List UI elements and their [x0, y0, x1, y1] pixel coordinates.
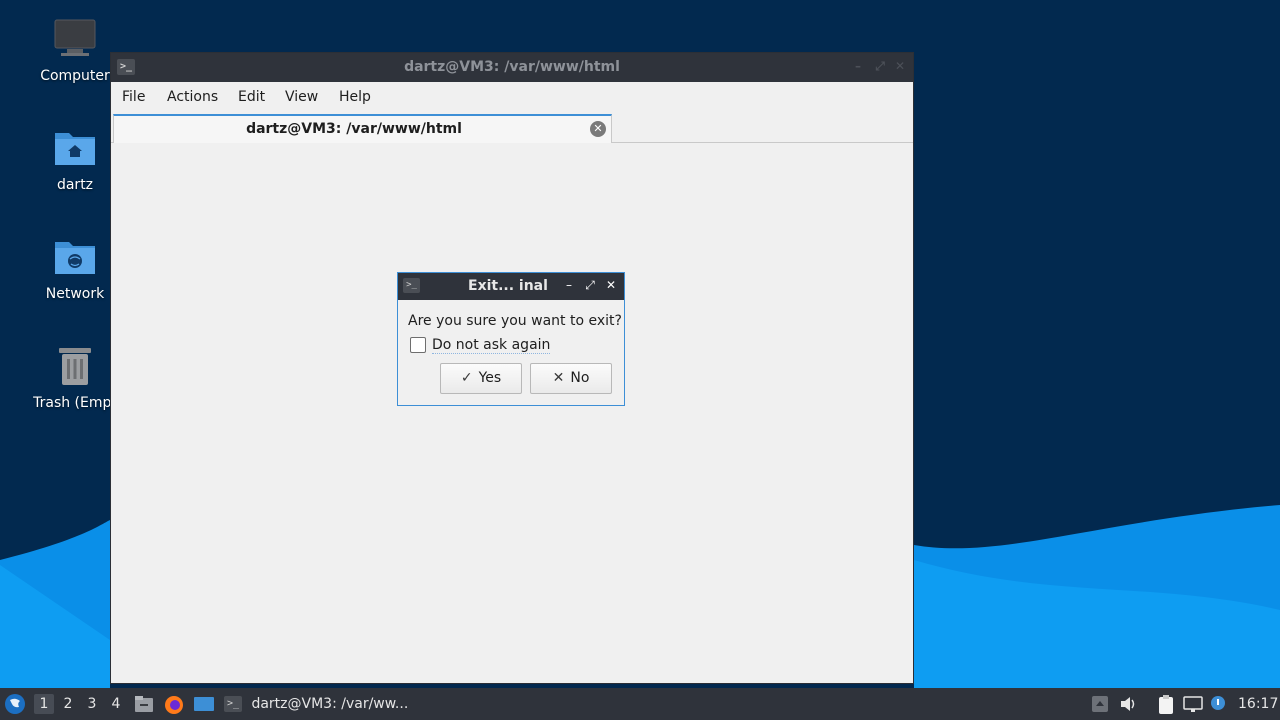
trash-icon — [53, 345, 97, 389]
menu-bar: File Actions Edit View Help — [111, 82, 913, 112]
minimize-icon[interactable]: – — [562, 278, 576, 292]
close-icon[interactable]: ✕ — [604, 278, 618, 292]
workspace-1[interactable]: 1 — [34, 694, 54, 714]
tab-title: dartz@VM3: /var/www/html — [246, 121, 462, 137]
dialog-message: Are you sure you want to exit? — [408, 313, 622, 329]
minimize-icon[interactable]: – — [851, 59, 865, 73]
network-folder-icon — [53, 236, 97, 280]
maximize-icon[interactable]: ⤢ — [873, 59, 887, 73]
checkmark-icon: ✓ — [460, 370, 473, 386]
clipboard-icon[interactable] — [1157, 695, 1175, 714]
firefox-icon[interactable] — [164, 695, 183, 714]
computer-icon — [53, 18, 97, 62]
do-not-ask-label[interactable]: Do not ask again — [432, 337, 551, 354]
network-icon[interactable] — [1183, 695, 1203, 713]
do-not-ask-checkbox[interactable] — [410, 337, 426, 353]
menu-file[interactable]: File — [122, 89, 145, 105]
yes-label: Yes — [478, 370, 502, 386]
home-folder-icon — [53, 127, 97, 171]
terminal-icon: >_ — [224, 696, 242, 712]
menu-actions[interactable]: Actions — [167, 89, 218, 105]
clock[interactable]: 16:17 — [1238, 688, 1278, 720]
dialog-title: Exit... inal — [468, 278, 548, 294]
file-manager-icon[interactable] — [134, 695, 153, 713]
workspace-4[interactable]: 4 — [106, 694, 126, 714]
taskbar: 1 2 3 4 >_ dartz@VM3: /var/ww... 16:17 — [0, 688, 1280, 720]
close-icon[interactable]: ✕ — [893, 59, 907, 73]
window-titlebar[interactable]: >_ dartz@VM3: /var/www/html – ⤢ ✕ — [111, 53, 913, 82]
terminal-tab[interactable]: dartz@VM3: /var/www/html ✕ — [113, 114, 612, 143]
no-label: No — [570, 370, 590, 386]
yes-button[interactable]: ✓ Yes — [440, 363, 522, 394]
dialog-titlebar[interactable]: >_ Exit... inal – ⤢ ✕ — [398, 273, 624, 300]
tab-bar: dartz@VM3: /var/www/html ✕ — [111, 112, 913, 143]
window-title: dartz@VM3: /var/www/html — [404, 59, 620, 75]
volume-icon[interactable] — [1119, 695, 1137, 713]
start-menu-icon[interactable] — [4, 688, 28, 720]
maximize-icon[interactable]: ⤢ — [583, 278, 597, 292]
tab-close-icon[interactable]: ✕ — [590, 121, 606, 137]
menu-edit[interactable]: Edit — [238, 89, 265, 105]
desktop-icon[interactable] — [193, 695, 214, 713]
workspace-2[interactable]: 2 — [58, 694, 78, 714]
tray-expand-icon[interactable] — [1091, 695, 1109, 713]
terminal-icon: >_ — [403, 278, 420, 293]
taskbar-terminal-task[interactable]: >_ dartz@VM3: /var/ww... — [224, 688, 414, 720]
menu-help[interactable]: Help — [339, 89, 371, 105]
menu-view[interactable]: View — [285, 89, 318, 105]
notification-icon[interactable] — [1209, 695, 1227, 713]
no-button[interactable]: ✕ No — [530, 363, 612, 394]
task-label: dartz@VM3: /var/ww... — [251, 696, 409, 712]
exit-dialog[interactable]: >_ Exit... inal – ⤢ ✕ Are you sure you w… — [397, 272, 625, 406]
workspace-3[interactable]: 3 — [82, 694, 102, 714]
cross-icon: ✕ — [552, 370, 565, 386]
